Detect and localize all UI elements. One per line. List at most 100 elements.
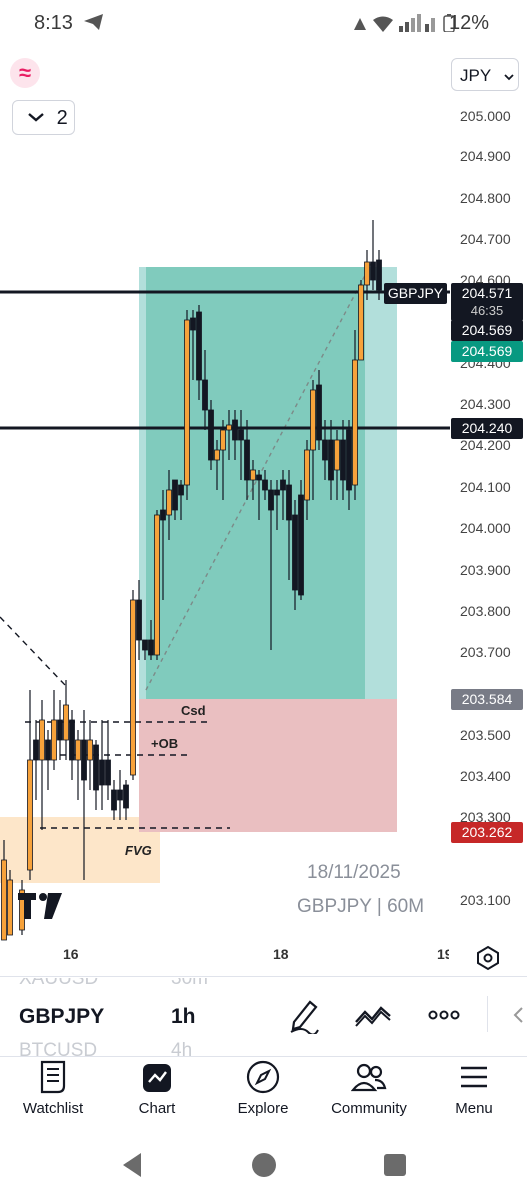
bearish-candle: [33, 739, 39, 761]
bearish-candle: [105, 759, 111, 786]
community-icon: [351, 1063, 387, 1092]
indicators-icon[interactable]: [354, 1002, 392, 1028]
bearish-candle: [268, 489, 274, 511]
nav-community[interactable]: Community: [319, 1060, 419, 1117]
bearish-candle: [274, 489, 280, 496]
time-label-19: 19: [437, 946, 449, 962]
bullish-candle: [310, 389, 316, 451]
bearish-candle: [202, 379, 208, 411]
collapse-indicators-button[interactable]: 2: [12, 100, 75, 135]
bearish-candle: [346, 429, 352, 491]
price-tick-label: 203.900: [460, 562, 511, 578]
currency-select[interactable]: JPY: [451, 58, 519, 91]
bullish-candle: [334, 439, 340, 471]
bullish-candle: [352, 359, 358, 486]
bearish-candle: [111, 789, 117, 811]
android-home-icon[interactable]: [250, 1151, 278, 1179]
bullish-candle: [214, 449, 220, 461]
bearish-candle: [136, 599, 142, 641]
bearish-candle: [232, 419, 238, 441]
ob-annotation: +OB: [151, 736, 179, 751]
price-tick-label: 204.700: [460, 231, 511, 247]
bearish-candle: [244, 439, 250, 481]
bearish-candle: [81, 739, 87, 781]
bearish-candle: [142, 639, 148, 651]
bearish-candle: [208, 409, 214, 461]
bullish-candle: [51, 719, 57, 761]
bearish-candle: [328, 439, 334, 481]
bearish-candle: [280, 479, 286, 491]
nav-chart[interactable]: Chart: [107, 1060, 207, 1117]
bullish-candle: [63, 704, 69, 741]
bid-price-badge: 204.569: [451, 320, 523, 341]
current-timeframe[interactable]: 1h: [171, 1005, 196, 1029]
chevron-left-icon[interactable]: [512, 1006, 524, 1024]
price-tick-label: 204.000: [460, 520, 511, 536]
hline-price-badge: 204.240: [451, 418, 523, 439]
bearish-candle: [123, 784, 129, 809]
bearish-candle: [160, 509, 166, 521]
price-tick-label: 204.100: [460, 479, 511, 495]
bearish-candle: [298, 494, 304, 596]
bullish-candle: [130, 599, 136, 776]
bearish-candle: [238, 429, 244, 441]
price-chart[interactable]: [0, 0, 527, 980]
watermark-date: 18/11/2025: [307, 862, 401, 883]
pencil-draw-icon[interactable]: [288, 998, 320, 1034]
bullish-candle: [7, 879, 13, 936]
bullish-candle: [226, 424, 232, 431]
watermark-symbol: GBPJPY | 60M: [297, 896, 425, 917]
bullish-candle: [358, 284, 364, 361]
chevron-down-icon: [503, 74, 514, 81]
bearish-candle: [376, 259, 382, 291]
bearish-candle: [99, 759, 105, 786]
bullish-candle: [166, 489, 172, 516]
nav-watchlist[interactable]: Watchlist: [3, 1060, 103, 1117]
price-tick-label: 204.200: [460, 437, 511, 453]
symbol-badge: GBPJPY: [384, 283, 447, 304]
indicator-logo-icon[interactable]: ≈: [10, 58, 40, 88]
bearish-candle: [256, 474, 262, 481]
bullish-candle: [304, 449, 310, 501]
bullish-candle: [1, 859, 7, 941]
bearish-candle: [93, 744, 99, 791]
bullish-candle: [154, 514, 160, 656]
bearish-candle: [322, 439, 328, 461]
bearish-candle: [286, 484, 292, 521]
bearish-candle: [262, 479, 268, 491]
price-tick-label: 204.800: [460, 190, 511, 206]
bearish-candle: [196, 311, 202, 381]
bearish-candle: [57, 719, 63, 741]
bearish-candle: [45, 739, 51, 761]
bearish-candle: [190, 317, 196, 331]
bearish-candle: [172, 479, 178, 511]
bullish-candle: [87, 739, 93, 761]
bullish-candle: [39, 719, 45, 761]
divider: [0, 976, 527, 977]
bearish-candle: [316, 384, 322, 441]
android-recents-icon[interactable]: [383, 1153, 407, 1177]
stop-zone: [139, 699, 397, 832]
bullish-candle: [364, 261, 370, 286]
divider: [0, 1056, 527, 1057]
current-symbol[interactable]: GBPJPY: [19, 1005, 104, 1029]
bullish-candle: [220, 429, 226, 451]
price-tick-label: 205.000: [460, 108, 511, 124]
csd-annotation: Csd: [181, 703, 206, 718]
stop-top-badge: 203.584: [451, 689, 523, 710]
bearish-candle: [292, 514, 298, 591]
last-price-badge: 204.571 46:35: [451, 283, 523, 321]
nav-explore[interactable]: Explore: [213, 1060, 313, 1117]
chart-settings-icon[interactable]: [475, 945, 501, 971]
bearish-candle: [178, 484, 184, 496]
ask-price-badge: 204.569: [451, 341, 523, 362]
android-back-icon[interactable]: [119, 1151, 145, 1179]
nav-menu[interactable]: Menu: [424, 1060, 524, 1117]
price-tick-label: 204.900: [460, 148, 511, 164]
trend-line: [0, 616, 66, 686]
compass-icon: [246, 1060, 280, 1094]
stop-bottom-badge: 203.262: [451, 822, 523, 843]
bullish-candle: [184, 319, 190, 486]
watchlist-icon: [40, 1060, 66, 1094]
more-options-icon[interactable]: [428, 1008, 460, 1022]
